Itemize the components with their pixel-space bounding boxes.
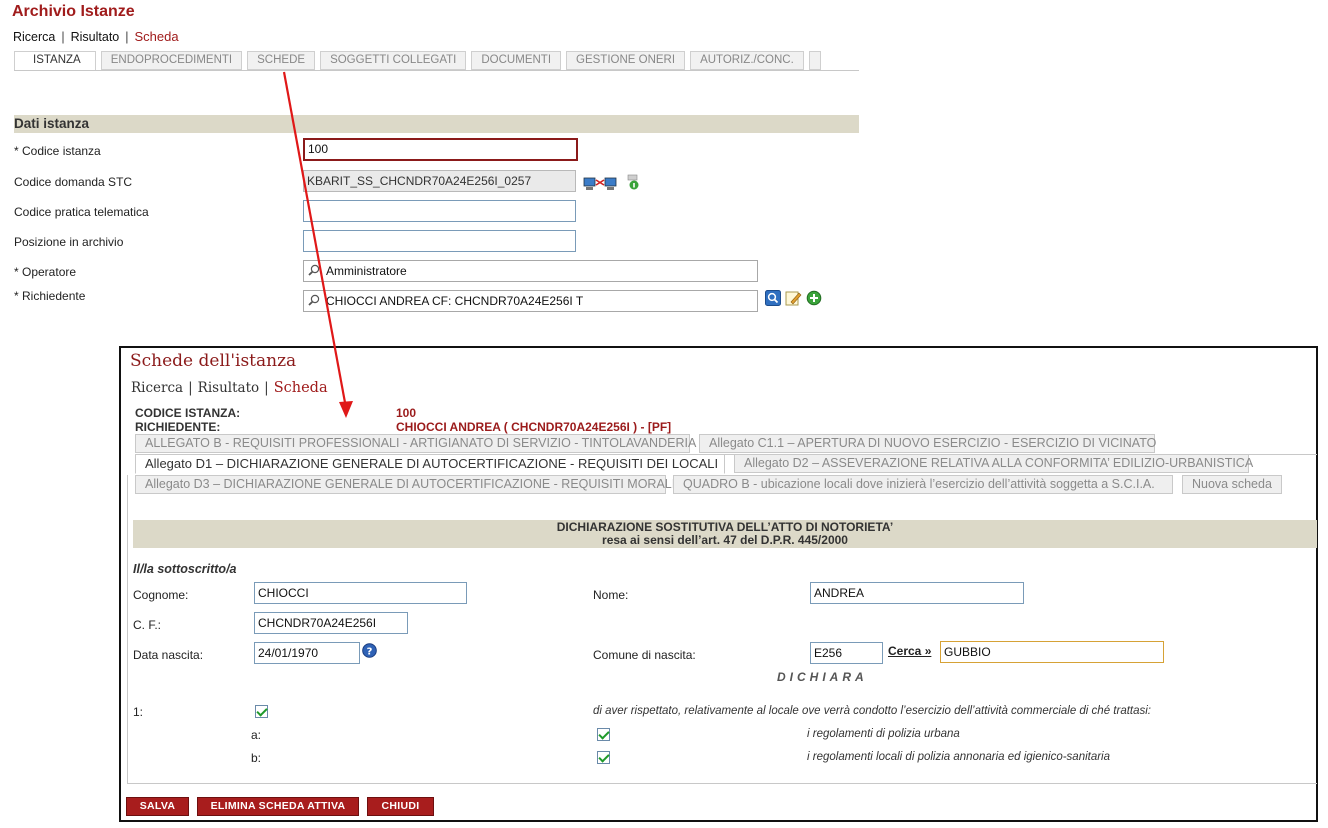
richiedente-value: CHIOCCI ANDREA ( CHCNDR70A24E256I ) - [P…: [396, 420, 672, 434]
chiudi-button[interactable]: CHIUDI: [367, 797, 434, 816]
item-b-text: i regolamenti locali di polizia annonari…: [807, 751, 1111, 763]
tab-allegato-b[interactable]: ALLEGATO B - REQUISITI PROFESSIONALI - A…: [135, 434, 696, 453]
add-icon[interactable]: [806, 290, 822, 306]
comune-name-input[interactable]: GUBBIO: [940, 641, 1164, 663]
item-1-text: di aver rispettato, relativamente al loc…: [593, 705, 1152, 717]
tab-endoprocedimenti[interactable]: ENDOPROCEDIMENTI: [100, 51, 243, 70]
item-b-checkbox[interactable]: [597, 751, 610, 764]
codice-pratica-input[interactable]: [303, 200, 576, 222]
main-tabs: ISTANZA ENDOPROCEDIMENTI SCHEDE SOGGETTI CO…: [14, 51, 859, 71]
tab-nuova-scheda[interactable]: Nuova scheda: [1182, 475, 1282, 494]
cerca-link[interactable]: Cerca »: [888, 644, 931, 658]
breadcrumb-risultato[interactable]: Risultato: [71, 30, 120, 44]
nome-label: Nome:: [593, 588, 629, 602]
breadcrumb: Ricerca | Risultato | Scheda: [13, 29, 179, 44]
item-a-text: i regolamenti di polizia urbana: [807, 728, 960, 740]
cognome-label: Cognome:: [133, 588, 189, 602]
section-dati-istanza: Dati istanza: [14, 115, 859, 133]
data-nascita-input[interactable]: 24/01/1970: [254, 642, 360, 664]
richiedente-label: * Richiedente: [14, 289, 86, 303]
tab-schede[interactable]: SCHEDE: [247, 51, 316, 70]
declaration-header: DICHIARAZIONE SOSTITUTIVA DELL’ATTO DI N…: [133, 520, 1317, 548]
dialog-breadcrumb-scheda[interactable]: Scheda: [274, 380, 328, 396]
codice-istanza-input[interactable]: 100: [303, 138, 578, 161]
info-download-icon[interactable]: [626, 174, 640, 191]
codice-istanza-key: CODICE ISTANZA:: [135, 406, 241, 420]
item-1-checkbox[interactable]: [255, 705, 268, 718]
operatore-label: * Operatore: [14, 265, 77, 279]
tab-quadro-b[interactable]: QUADRO B - ubicazione locali dove inizie…: [673, 475, 1173, 494]
data-nascita-label: Data nascita:: [133, 648, 204, 662]
tab-istanza[interactable]: ISTANZA: [14, 51, 96, 70]
nome-input[interactable]: ANDREA: [810, 582, 1024, 604]
elimina-scheda-button[interactable]: ELIMINA SCHEDA ATTIVA: [197, 797, 359, 816]
comune-nascita-label: Comune di nascita:: [593, 648, 696, 662]
dialog-breadcrumb: Ricerca | Risultato | Scheda: [131, 380, 328, 396]
edit-icon[interactable]: [785, 290, 803, 307]
codice-domanda-stc-input[interactable]: KBARIT_SS_CHCNDR70A24E256I_0257: [303, 170, 576, 192]
richiedente-key: RICHIEDENTE:: [135, 420, 221, 434]
dichiara-heading: DICHIARA: [777, 670, 868, 684]
codice-pratica-label: Codice pratica telematica: [14, 205, 149, 219]
content-border-left: [127, 475, 128, 783]
tab-allegato-d1[interactable]: Allegato D1 – DICHIARAZIONE GENERALE DI …: [135, 454, 725, 474]
cognome-input[interactable]: CHIOCCI: [254, 582, 467, 604]
content-border-bottom: [127, 783, 1317, 784]
dialog-breadcrumb-ricerca[interactable]: Ricerca: [131, 380, 183, 396]
search-icon[interactable]: [765, 290, 781, 306]
help-icon[interactable]: ?: [362, 643, 377, 658]
codice-domanda-stc-label: Codice domanda STC: [14, 175, 133, 189]
item-a-label: a:: [251, 728, 262, 742]
comune-code-input[interactable]: E256: [810, 642, 883, 664]
lookup-icon: [308, 264, 320, 276]
lookup-icon: [308, 294, 320, 306]
operatore-input[interactable]: Amministratore: [303, 260, 758, 282]
tab-gestione-oneri[interactable]: GESTIONE ONERI: [566, 51, 686, 70]
sottoscritto-label: Il/la sottoscritto/a: [133, 562, 237, 576]
item-b-label: b:: [251, 751, 262, 765]
richiedente-value: CHIOCCI ANDREA CF: CHCNDR70A24E256I T: [326, 294, 584, 308]
posizione-archivio-label: Posizione in archivio: [14, 235, 124, 249]
tab-soggetti-collegati[interactable]: SOGGETTI COLLEGATI: [320, 51, 467, 70]
operatore-value: Amministratore: [326, 264, 407, 278]
tab-autoriz-conc[interactable]: AUTORIZ./CONC.: [690, 51, 804, 70]
app-title: Archivio Istanze: [12, 3, 135, 20]
cf-input[interactable]: CHCNDR70A24E256I: [254, 612, 408, 634]
item-a-checkbox[interactable]: [597, 728, 610, 741]
tab-allegato-d3[interactable]: Allegato D3 – DICHIARAZIONE GENERALE DI …: [135, 475, 675, 494]
breadcrumb-scheda[interactable]: Scheda: [135, 29, 179, 44]
breadcrumb-ricerca[interactable]: Ricerca: [13, 30, 55, 44]
tab-documenti[interactable]: DOCUMENTI: [471, 51, 562, 70]
salva-button[interactable]: SALVA: [126, 797, 189, 816]
dialog-breadcrumb-risultato[interactable]: Risultato: [198, 380, 259, 396]
svg-text:?: ?: [367, 647, 373, 658]
cf-label: C. F.:: [133, 618, 162, 632]
codice-istanza-label: * Codice istanza: [14, 144, 101, 158]
item-1-label: 1:: [133, 705, 144, 719]
schede-dialog: Schede dell'istanza Ricerca | Risultato | Sc…: [119, 346, 1318, 822]
dialog-title: Schede dell'istanza: [130, 351, 297, 371]
tab-allegato-d2[interactable]: Allegato D2 – ASSEVERAZIONE RELATIVA ALL…: [734, 454, 1253, 473]
tab-allegato-c1-1[interactable]: Allegato C1.1 – APERTURA DI NUOVO ESERCI…: [699, 434, 1156, 453]
tab-more[interactable]: [808, 51, 821, 70]
posizione-archivio-input[interactable]: [303, 230, 576, 252]
richiedente-input[interactable]: CHIOCCI ANDREA CF: CHCNDR70A24E256I T: [303, 290, 758, 312]
computer-link-icon[interactable]: [583, 176, 619, 192]
codice-istanza-value: 100: [396, 406, 417, 420]
declaration-subtitle: resa ai sensi dell’art. 47 del D.P.R. 44…: [602, 533, 848, 547]
